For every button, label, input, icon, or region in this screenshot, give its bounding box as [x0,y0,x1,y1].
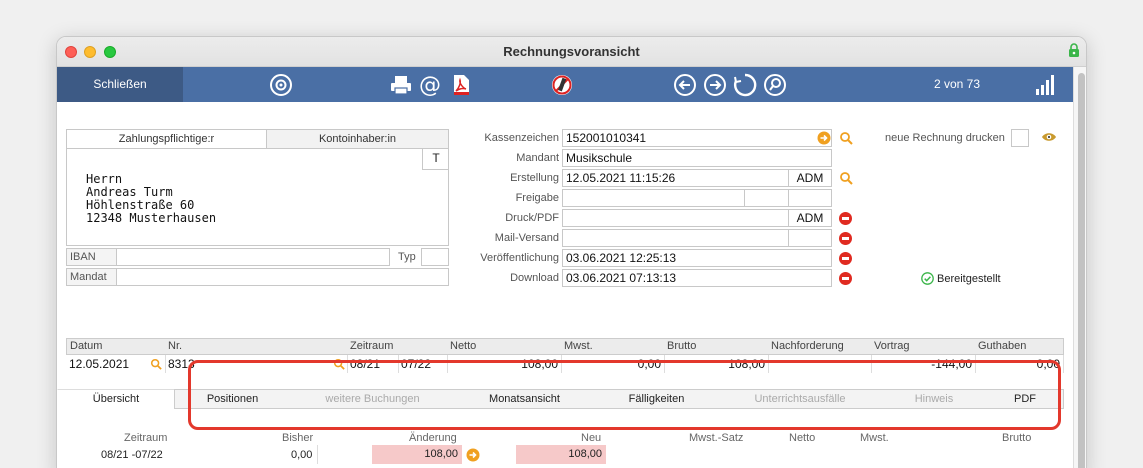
col-header: Zeitraum [124,432,168,444]
mail-field[interactable] [562,229,789,247]
record-count: 2 von 73 [933,77,981,91]
vertical-scrollbar[interactable] [1073,67,1086,468]
col-header: Mwst. [561,338,665,355]
col-header: Vortrag [871,338,976,355]
druck-field[interactable] [562,209,789,227]
divider [317,445,318,464]
status-label: Bereitgestellt [937,273,1001,285]
address-box[interactable]: T Herrn Andreas Turm Höhlenstraße 60 123… [66,148,449,246]
highlight-frame [188,360,1061,430]
window-title: Rechnungsvoransicht [503,44,640,59]
freigabe-label: Freigabe [515,192,559,204]
title-bar: Rechnungsvoransicht [57,37,1086,67]
gear-icon[interactable] [269,73,293,97]
download-label: Download [510,272,559,284]
tab-uebersicht[interactable]: Übersicht [57,389,175,409]
search-icon[interactable] [839,131,853,145]
col-header: Neu [581,432,602,444]
search-icon[interactable] [839,171,853,185]
close-button[interactable]: Schließen [57,67,183,102]
mandant-field[interactable]: Musikschule [562,149,832,167]
col-header: Brutto [1002,432,1032,444]
col-header: Bisher [282,432,314,444]
typ-label: Typ [398,251,416,263]
arrow-right-icon[interactable] [817,131,831,145]
erstellung-user-field[interactable]: ADM [788,169,832,187]
arrow-left-icon[interactable] [673,73,697,97]
main-content: Zahlungspflichtige:r Kontoinhaber:in T H… [57,102,1073,468]
t-button[interactable]: T [422,148,449,170]
zeitraum-value: 08/21 -07/22 [101,449,163,461]
remove-icon[interactable] [839,272,852,285]
col-header: Nr. [165,338,348,355]
col-header: Netto [447,338,562,355]
reprint-label: neue Rechnung drucken [885,132,1005,144]
aenderung-value[interactable]: 108,00 [372,445,462,464]
reprint-checkbox[interactable] [1011,129,1029,147]
mandat-label: Mandat [66,268,117,286]
col-header: Netto [789,432,816,444]
col-header: Nachforderung [768,338,872,355]
scroll-thumb[interactable] [1078,73,1085,468]
lock-icon [1069,43,1079,57]
col-header: Datum [66,338,166,355]
invoice-preview-window: Rechnungsvoransicht Schließen @ 2 von 73… [56,36,1087,468]
veroeffentlichung-label: Veröffentlichung [480,252,559,264]
druck-user-field[interactable]: ADM [788,209,832,227]
address-line: 12348 Musterhausen [86,211,217,225]
veroeffentlichung-field[interactable]: 03.06.2021 12:25:13 [562,249,832,267]
freigabe-field[interactable] [562,189,745,207]
col-header: Zeitraum [347,338,448,355]
remove-icon[interactable] [839,232,852,245]
mandant-label: Mandant [516,152,559,164]
address-line: Höhlenstraße 60 [86,198,195,212]
typ-field[interactable] [421,248,449,266]
kassenzeichen-label: Kassenzeichen [484,132,559,144]
search-icon[interactable] [763,73,787,97]
address-line: Herrn [86,172,123,186]
neu-value: 108,00 [516,445,606,464]
bisher-value: 0,00 [291,449,313,461]
tab-payer[interactable]: Zahlungspflichtige:r [66,129,267,149]
eye-icon[interactable] [1041,131,1057,143]
col-header: Mwst. [860,432,889,444]
remove-icon[interactable] [839,212,852,225]
iban-label: IBAN [66,248,117,266]
col-header: Änderung [409,432,457,444]
search-icon[interactable] [150,358,162,370]
freigabe-extra-field[interactable] [744,189,789,207]
col-header: Guthaben [975,338,1064,355]
address-line: Andreas Turm [86,185,173,199]
arrow-right-icon[interactable] [703,73,727,97]
mail-label: Mail-Versand [494,232,559,244]
download-field[interactable]: 03.06.2021 07:13:13 [562,269,832,287]
erstellung-label: Erstellung [510,172,559,184]
col-header: Mwst.-Satz [689,432,744,444]
svg-text:@: @ [419,73,441,97]
mandat-field[interactable] [116,268,449,286]
iban-field[interactable] [116,248,390,266]
at-icon[interactable]: @ [418,73,442,97]
tab-account-holder[interactable]: Kontoinhaber:in [266,129,449,149]
pdf-icon[interactable] [449,73,473,97]
col-header: Brutto [664,338,769,355]
druck-label: Druck/PDF [505,212,559,224]
toolbar: Schließen @ 2 von 73 [57,67,1073,102]
signal-icon[interactable] [1032,73,1056,97]
kassenzeichen-field[interactable]: 152001010341 [562,129,832,147]
arrow-right-icon[interactable] [466,448,480,462]
check-circle-icon [921,272,934,285]
freigabe-user-field[interactable] [788,189,832,207]
no-pencil-icon[interactable] [550,73,574,97]
remove-icon[interactable] [839,252,852,265]
refresh-icon[interactable] [733,73,757,97]
erstellung-field[interactable]: 12.05.2021 11:15:26 [562,169,789,187]
printer-icon[interactable] [389,73,413,97]
mail-user-field[interactable] [788,229,832,247]
